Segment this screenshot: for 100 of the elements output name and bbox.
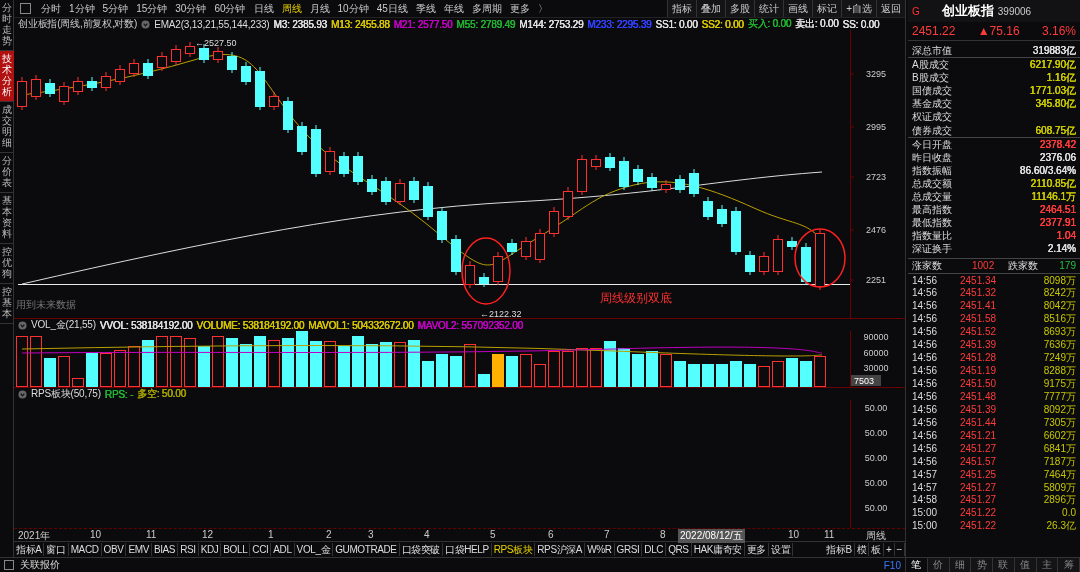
period-tab[interactable]: 周线 bbox=[277, 1, 306, 16]
tick-price: 2451.44 bbox=[960, 415, 998, 429]
volume-bar bbox=[548, 351, 560, 387]
indicator-name: VOL_金(21,55) bbox=[31, 318, 96, 332]
period-tab[interactable]: 季线 bbox=[411, 1, 440, 16]
indicator-tab[interactable]: + bbox=[884, 542, 895, 556]
toolbar-button[interactable]: +自选 bbox=[841, 0, 876, 17]
panel-tab[interactable]: 值 bbox=[1014, 558, 1037, 572]
candlestick bbox=[143, 58, 153, 80]
indicator-tab[interactable]: KDJ bbox=[198, 542, 222, 556]
stat-value: 1771.03亿 bbox=[1029, 84, 1076, 98]
period-tab[interactable]: 更多 bbox=[505, 1, 534, 16]
period-tab[interactable]: 日线 bbox=[249, 1, 278, 16]
period-tab[interactable]: 10分钟 bbox=[333, 1, 373, 16]
candlestick bbox=[45, 78, 55, 98]
toolbar-button[interactable]: 标记 bbox=[812, 0, 842, 17]
indicator-tab[interactable]: MACD bbox=[68, 542, 102, 556]
indicator-tab[interactable]: 指标A bbox=[14, 542, 45, 556]
indicator-tab[interactable]: GRSI bbox=[614, 542, 643, 556]
period-tab[interactable]: 1分钟 bbox=[65, 1, 99, 16]
indicator-tab[interactable]: RSI bbox=[178, 542, 199, 556]
layout-icon[interactable] bbox=[20, 3, 31, 14]
period-tab[interactable]: 45日线 bbox=[372, 1, 412, 16]
volume-bar bbox=[30, 336, 42, 387]
price-label: ←2122.32 bbox=[480, 309, 522, 319]
dropdown-icon[interactable] bbox=[141, 19, 151, 29]
indicator-tab[interactable]: GUMOTRADE bbox=[333, 542, 400, 556]
axis-label: 50.00 bbox=[864, 503, 888, 513]
indicator-tab[interactable]: QRS bbox=[666, 542, 692, 556]
indicator-tab[interactable]: 口袋突破 bbox=[399, 542, 443, 556]
indicator-tab[interactable]: RPS沪深A bbox=[535, 542, 586, 556]
candlestick bbox=[17, 76, 27, 111]
period-tab[interactable]: 月线 bbox=[305, 1, 334, 16]
indicator-tab[interactable]: BOLL bbox=[221, 542, 251, 556]
period-tab[interactable]: 30分钟 bbox=[171, 1, 211, 16]
axis-label: 2251 bbox=[866, 275, 886, 285]
panel-tab[interactable]: 联 bbox=[993, 558, 1015, 572]
panel-tab[interactable]: 筹 bbox=[1058, 558, 1080, 572]
period-tab[interactable]: 60分钟 bbox=[210, 1, 250, 16]
indicator-tab[interactable]: 模 bbox=[854, 542, 870, 556]
indicator-tab[interactable]: ADL bbox=[271, 542, 295, 556]
toolbar-button[interactable]: 多股 bbox=[725, 0, 755, 17]
indicator-value: SS: 0.00 bbox=[842, 18, 880, 30]
indicator-tab[interactable]: 板 bbox=[869, 542, 885, 556]
volume-bar bbox=[436, 354, 448, 387]
stat-label: 总成交额 bbox=[912, 176, 952, 191]
declining-count: 179 bbox=[1059, 260, 1076, 271]
indicator-tab[interactable]: 窗口 bbox=[44, 542, 69, 556]
indicator-tab[interactable]: OBV bbox=[101, 542, 127, 556]
candlestick bbox=[675, 174, 685, 194]
indicator-tab[interactable]: 指标B bbox=[824, 542, 855, 556]
candlestick bbox=[59, 81, 69, 106]
stat-label: 今日开盘 bbox=[912, 137, 952, 151]
panel-icon[interactable] bbox=[4, 560, 14, 570]
toolbar-button[interactable]: 叠加 bbox=[696, 0, 726, 17]
period-tab[interactable]: 5分钟 bbox=[98, 1, 133, 16]
candlestick bbox=[633, 164, 643, 186]
function-key[interactable]: F10 bbox=[883, 559, 901, 571]
candlestick bbox=[661, 179, 671, 194]
dropdown-icon[interactable] bbox=[18, 389, 27, 399]
indicator-tab[interactable]: BIAS bbox=[151, 542, 179, 556]
volume-bar bbox=[44, 358, 56, 387]
period-tab[interactable]: 15分钟 bbox=[132, 1, 172, 16]
toolbar-button[interactable]: 统计 bbox=[754, 0, 784, 17]
volume-bar bbox=[282, 338, 294, 387]
panel-tab[interactable]: 笔 bbox=[906, 558, 928, 572]
stat-label: 涨家数 bbox=[912, 258, 943, 273]
indicator-tab[interactable]: HAK庸奇安 bbox=[691, 542, 745, 556]
more-arrow[interactable]: 〉 bbox=[533, 1, 552, 16]
candlestick bbox=[395, 178, 405, 206]
candlestick bbox=[255, 66, 265, 111]
period-tab[interactable]: 多周期 bbox=[467, 1, 506, 16]
indicator-tab[interactable]: W%R bbox=[585, 542, 615, 556]
cursor-date-label: 2022/08/12/五 bbox=[678, 529, 745, 543]
panel-tab[interactable]: 主 bbox=[1036, 558, 1059, 572]
indicator-tab[interactable]: RPS板块 bbox=[491, 542, 536, 556]
period-tab[interactable]: 分时 bbox=[37, 1, 65, 16]
dropdown-icon[interactable] bbox=[18, 320, 27, 330]
panel-tab[interactable]: 价 bbox=[927, 558, 950, 572]
period-tab[interactable]: 年线 bbox=[439, 1, 468, 16]
toolbar-button[interactable]: 指标 bbox=[667, 0, 697, 17]
indicator-tab[interactable]: 设置 bbox=[769, 542, 794, 556]
toolbar-button[interactable]: 返回 bbox=[876, 0, 905, 17]
tick-price: 2451.19 bbox=[960, 364, 998, 378]
volume-bar bbox=[646, 351, 658, 387]
indicator-tab[interactable]: VOL_金 bbox=[294, 542, 334, 556]
indicator-tab[interactable]: DLC bbox=[642, 542, 667, 556]
indicator-tab[interactable]: CCI bbox=[250, 542, 272, 556]
stat-value: 2.14% bbox=[1047, 242, 1076, 256]
tick-price: 2451.39 bbox=[960, 338, 998, 352]
stat-value: 608.75亿 bbox=[1035, 123, 1076, 137]
tick-volume: 7636万 bbox=[1042, 338, 1076, 352]
panel-tab[interactable]: 势 bbox=[971, 558, 993, 572]
toolbar-button[interactable]: 画线 bbox=[783, 0, 813, 17]
indicator-tab[interactable]: EMV bbox=[126, 542, 152, 556]
side-tab[interactable]: 技术分析 bbox=[0, 51, 14, 102]
indicator-tab[interactable]: 口袋HELP bbox=[443, 542, 492, 556]
panel-tab[interactable]: 细 bbox=[949, 558, 972, 572]
axis-label: 50.00 bbox=[864, 428, 888, 438]
indicator-tab[interactable]: 更多 bbox=[744, 542, 770, 556]
